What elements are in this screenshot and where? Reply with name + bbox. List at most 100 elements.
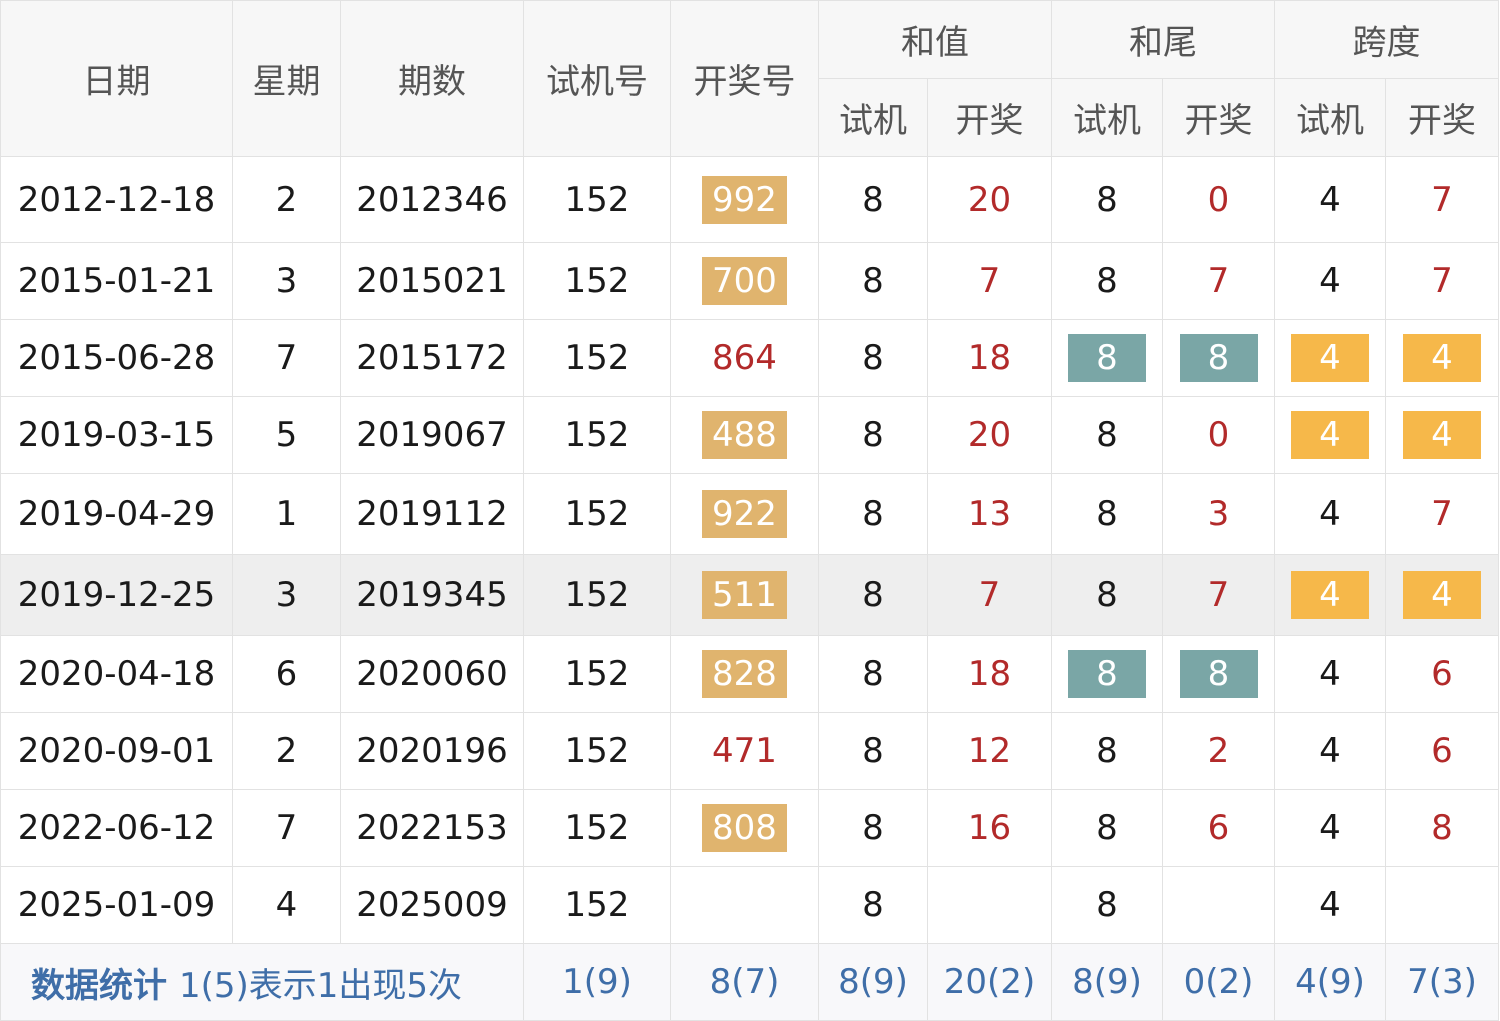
cell-draw-number-badge: 808 xyxy=(702,804,787,852)
stats-title: 数据统计 xyxy=(31,965,167,1006)
cell-span-trial: 4 xyxy=(1274,242,1386,320)
cell-span-draw-badge: 4 xyxy=(1403,334,1481,382)
cell-tail-draw: 2 xyxy=(1162,712,1275,790)
cell-span-draw: 7 xyxy=(1385,242,1499,320)
table-row: 2025-01-09 4 2025009 152 8 8 4 xyxy=(0,866,1499,944)
cell-date: 2019-03-15 xyxy=(0,396,233,474)
cell-draw-number-badge: 511 xyxy=(702,571,787,619)
cell-span-draw: 4 xyxy=(1385,396,1499,474)
cell-draw-number: 992 xyxy=(670,156,819,243)
cell-date: 2015-06-28 xyxy=(0,319,233,397)
cell-tail-draw-badge: 8 xyxy=(1179,650,1258,698)
cell-date: 2020-09-01 xyxy=(0,712,233,790)
cell-span-trial-badge: 4 xyxy=(1291,334,1369,382)
table-row: 2015-01-21 3 2015021 152 700 8 7 8 7 4 7 xyxy=(0,242,1499,320)
cell-draw-number: 511 xyxy=(670,554,819,636)
cell-weekday: 7 xyxy=(232,789,341,867)
cell-tail-trial: 8 xyxy=(1051,635,1163,713)
cell-span-trial: 4 xyxy=(1274,712,1386,790)
cell-issue: 2012346 xyxy=(340,156,524,243)
cell-sum-draw: 18 xyxy=(927,319,1052,397)
cell-trial-number: 152 xyxy=(523,866,671,944)
cell-draw-number-badge: 700 xyxy=(702,257,787,305)
cell-sum-trial: 8 xyxy=(818,866,928,944)
cell-tail-trial: 8 xyxy=(1051,242,1163,320)
cell-span-trial: 4 xyxy=(1274,156,1386,243)
cell-sum-trial: 8 xyxy=(818,712,928,790)
cell-date: 2022-06-12 xyxy=(0,789,233,867)
cell-span-trial-badge: 4 xyxy=(1291,411,1369,459)
cell-sum-draw: 18 xyxy=(927,635,1052,713)
stats-label-cell: 数据统计 1(5)表示1出现5次 xyxy=(0,943,524,1021)
table-header: 日期 星期 期数 试机号 开奖号 和值 和尾 跨度 试机 开奖 试机 开奖 试机… xyxy=(0,0,1499,157)
cell-draw-number-badge: 828 xyxy=(702,650,787,698)
stats-span-trial: 4(9) xyxy=(1274,943,1386,1021)
cell-tail-trial: 8 xyxy=(1051,156,1163,243)
stats-sum-trial: 8(9) xyxy=(818,943,928,1021)
cell-sum-trial: 8 xyxy=(818,242,928,320)
cell-sum-trial: 8 xyxy=(818,789,928,867)
cell-tail-draw: 6 xyxy=(1162,789,1275,867)
cell-sum-draw: 20 xyxy=(927,396,1052,474)
table-row: 2019-04-29 1 2019112 152 922 8 13 8 3 4 7 xyxy=(0,473,1499,555)
cell-span-draw: 7 xyxy=(1385,156,1499,243)
cell-tail-trial: 8 xyxy=(1051,712,1163,790)
cell-sum-draw: 16 xyxy=(927,789,1052,867)
cell-issue: 2025009 xyxy=(340,866,524,944)
col-group-span: 跨度 xyxy=(1274,0,1499,79)
cell-weekday: 6 xyxy=(232,635,341,713)
cell-span-trial: 4 xyxy=(1274,866,1386,944)
cell-sum-trial: 8 xyxy=(818,473,928,555)
table-row: 2015-06-28 7 2015172 152 864 8 18 8 8 4 4 xyxy=(0,319,1499,397)
col-header-sum-draw: 开奖 xyxy=(927,78,1052,157)
cell-trial-number: 152 xyxy=(523,242,671,320)
cell-date: 2015-01-21 xyxy=(0,242,233,320)
cell-sum-draw: 12 xyxy=(927,712,1052,790)
cell-draw-number: 488 xyxy=(670,396,819,474)
cell-issue: 2019067 xyxy=(340,396,524,474)
cell-span-draw xyxy=(1385,866,1499,944)
cell-issue: 2015172 xyxy=(340,319,524,397)
cell-draw-number: 808 xyxy=(670,789,819,867)
cell-sum-trial: 8 xyxy=(818,554,928,636)
cell-tail-draw: 7 xyxy=(1162,554,1275,636)
cell-tail-trial: 8 xyxy=(1051,319,1163,397)
cell-trial-number: 152 xyxy=(523,789,671,867)
col-header-weekday: 星期 xyxy=(232,0,341,157)
cell-trial-number: 152 xyxy=(523,396,671,474)
cell-draw-number xyxy=(670,866,819,944)
cell-weekday: 5 xyxy=(232,396,341,474)
col-header-issue: 期数 xyxy=(340,0,524,157)
cell-span-draw: 4 xyxy=(1385,319,1499,397)
cell-tail-draw: 3 xyxy=(1162,473,1275,555)
cell-sum-draw: 13 xyxy=(927,473,1052,555)
cell-tail-draw: 8 xyxy=(1162,635,1275,713)
cell-sum-draw: 7 xyxy=(927,242,1052,320)
cell-draw-number: 828 xyxy=(670,635,819,713)
cell-tail-trial: 8 xyxy=(1051,789,1163,867)
cell-tail-trial-badge: 8 xyxy=(1068,650,1146,698)
cell-span-trial: 4 xyxy=(1274,319,1386,397)
cell-span-trial: 4 xyxy=(1274,396,1386,474)
lottery-trial-history-table: 日期 星期 期数 试机号 开奖号 和值 和尾 跨度 试机 开奖 试机 开奖 试机… xyxy=(0,0,1499,1021)
col-header-trial-number: 试机号 xyxy=(523,0,671,157)
stats-sum-draw: 20(2) xyxy=(927,943,1052,1021)
cell-weekday: 2 xyxy=(232,712,341,790)
cell-weekday: 2 xyxy=(232,156,341,243)
cell-date: 2012-12-18 xyxy=(0,156,233,243)
stats-draw: 8(7) xyxy=(670,943,819,1021)
cell-trial-number: 152 xyxy=(523,554,671,636)
stats-tail-trial: 8(9) xyxy=(1051,943,1163,1021)
cell-tail-trial: 8 xyxy=(1051,473,1163,555)
col-header-draw-number: 开奖号 xyxy=(670,0,819,157)
cell-draw-number-badge: 488 xyxy=(702,411,787,459)
cell-span-draw: 6 xyxy=(1385,635,1499,713)
table-row: 2019-12-25 3 2019345 152 511 8 7 8 7 4 4 xyxy=(0,554,1499,636)
cell-sum-draw xyxy=(927,866,1052,944)
cell-issue: 2019345 xyxy=(340,554,524,636)
cell-date: 2019-04-29 xyxy=(0,473,233,555)
cell-issue: 2015021 xyxy=(340,242,524,320)
cell-tail-draw: 7 xyxy=(1162,242,1275,320)
cell-trial-number: 152 xyxy=(523,156,671,243)
cell-tail-trial: 8 xyxy=(1051,866,1163,944)
